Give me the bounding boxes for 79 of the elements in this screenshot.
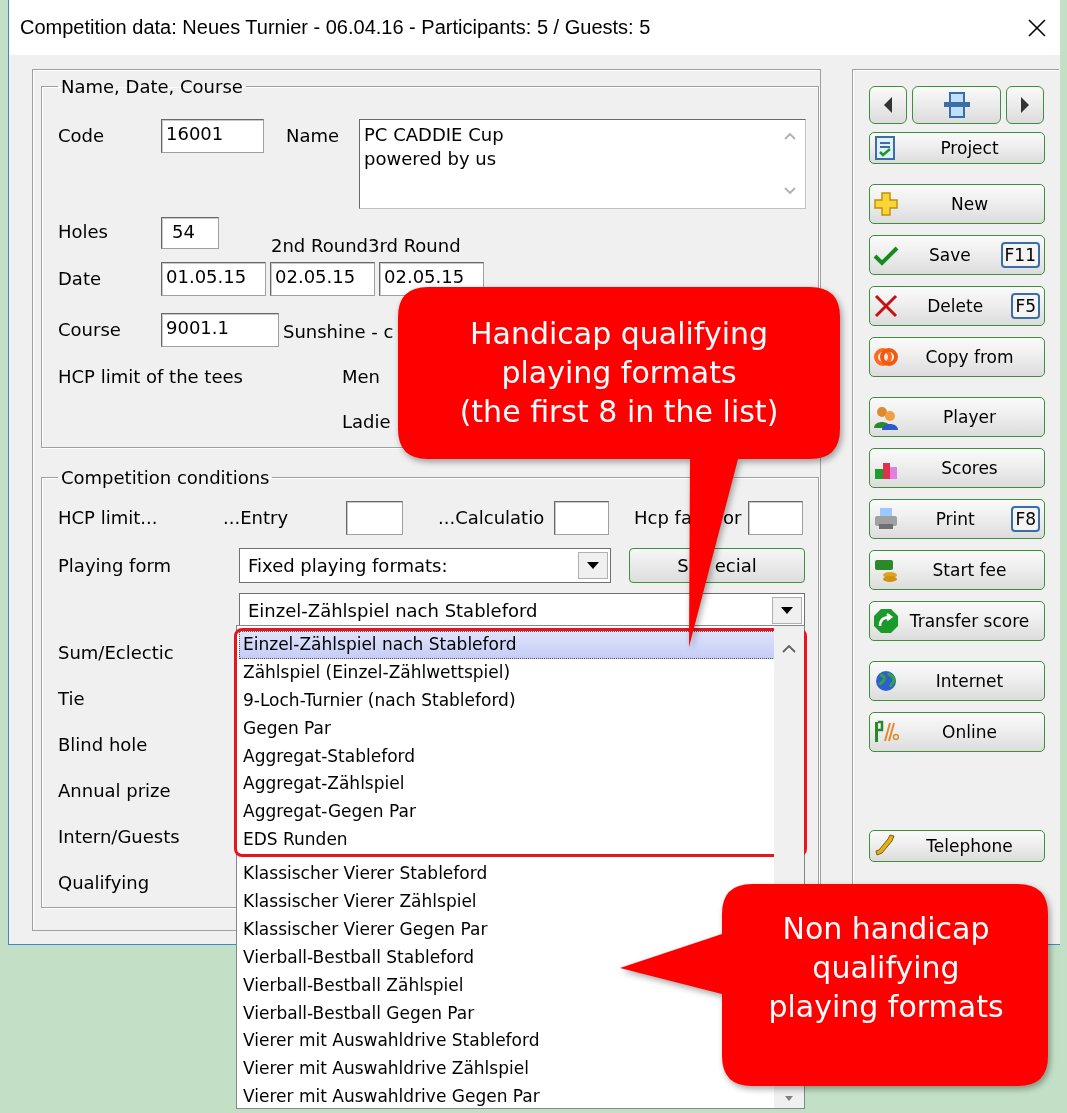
sidebar-button[interactable]: Scores <box>869 448 1045 488</box>
playing-form-dropdown[interactable]: Fixed playing formats: <box>239 548 611 583</box>
group-title: Name, Date, Course <box>60 76 244 97</box>
list-item[interactable]: Vierer mit Auswahldrive Gegen Par <box>239 1083 775 1112</box>
field-label: Name <box>286 125 341 146</box>
field-label: Sum/Eclectic <box>58 641 174 663</box>
sidebar-button[interactable]: Project <box>869 132 1045 164</box>
sidebar-button[interactable]: Copy from <box>869 337 1045 377</box>
course-field[interactable]: 9001.1 <box>161 312 279 347</box>
callout-text: Non handicap qualifying playing formats <box>767 910 1005 1026</box>
hcp-factor-field[interactable] <box>747 500 803 535</box>
list-item[interactable]: Zählspiel (Einzel-Zählwettspiel) <box>239 658 775 687</box>
column-label: 2nd Round <box>271 235 368 256</box>
list-item[interactable]: Aggregat-Stableford <box>239 742 775 771</box>
list-item[interactable]: Einzel-Zählspiel nach Stableford <box>239 631 775 659</box>
name-field[interactable]: PC CADDIE Cup powered by us <box>359 119 806 209</box>
printer-icon <box>873 506 899 532</box>
field-label: Blind hole <box>58 733 148 755</box>
sidebar-button[interactable]: Start fee <box>869 550 1045 590</box>
print-preview-button[interactable] <box>912 86 1001 124</box>
list-item[interactable]: Aggregat-Zählspiel <box>239 770 775 799</box>
field-label: Annual prize <box>58 779 171 801</box>
field-label: Code <box>58 125 106 146</box>
field-label: HCP limit... <box>58 507 159 528</box>
sidebar-button[interactable]: Delete F5 <box>869 286 1045 326</box>
field-label: or <box>722 507 743 528</box>
field-label: ...Calculatio <box>438 507 546 528</box>
sidebar-button[interactable]: Player <box>869 397 1045 437</box>
sidebar-button[interactable]: New <box>869 184 1045 224</box>
list-item[interactable]: Aggregat-Gegen Par <box>239 798 775 827</box>
plus-icon <box>873 191 899 217</box>
field-label: Course <box>58 319 122 340</box>
list-item[interactable]: 9-Loch-Turnier (nach Stableford) <box>239 686 775 715</box>
sidebar-button[interactable]: Transfer score <box>869 601 1045 641</box>
people-icon <box>873 404 899 430</box>
logo-icon <box>873 719 899 745</box>
entry-field[interactable] <box>346 500 403 535</box>
field-label: Intern/Guests <box>58 825 180 847</box>
left-arrow-icon <box>883 96 893 114</box>
field-label: Men <box>342 365 380 387</box>
calculation-field[interactable] <box>554 500 609 535</box>
next-button[interactable] <box>1006 86 1044 124</box>
window-title: Competition data: Neues Turnier - 06.04.16 - Participants: 5 / Guests: 5 <box>20 16 651 39</box>
field-label: HCP limit of the tees <box>58 365 244 387</box>
money-icon <box>873 557 899 583</box>
sidebar-button[interactable]: Online <box>869 712 1045 752</box>
field-label: Date <box>58 268 103 289</box>
field-label: Qualifying <box>58 871 150 893</box>
callout-text: Handicap qualifying playing formats (the first 8 in the list) <box>458 315 780 431</box>
code-field[interactable]: 16001 <box>161 119 264 153</box>
shortcut-key: F11 <box>1000 242 1040 268</box>
group-title: Competition conditions <box>60 467 271 488</box>
field-label: Tie <box>58 687 85 709</box>
field-label: Playing form <box>58 555 173 576</box>
cross-icon <box>873 293 899 319</box>
document-icon <box>941 91 972 119</box>
right-arrow-icon <box>1020 96 1030 114</box>
date-field[interactable]: 01.05.15 <box>161 261 266 296</box>
date-field[interactable]: 02.05.15 <box>270 261 375 296</box>
globe-icon <box>873 668 899 694</box>
close-icon[interactable] <box>1026 16 1048 39</box>
sidebar-button[interactable]: Telephone <box>869 830 1045 862</box>
field-label: Hcp fa <box>634 507 692 528</box>
list-item[interactable]: Klassischer Vierer Stableford <box>239 860 775 888</box>
field-label: Ladie <box>342 410 391 432</box>
previous-button[interactable] <box>869 86 907 124</box>
column-label: 3rd Round <box>367 235 461 256</box>
holes-field[interactable]: 54 <box>161 217 219 249</box>
sidebar-button[interactable]: Print F8 <box>869 499 1045 539</box>
shortcut-key: F8 <box>1011 506 1040 532</box>
sidebar-button[interactable]: Internet <box>869 661 1045 701</box>
arrow-icon <box>873 608 899 634</box>
list-item[interactable]: EDS Runden <box>239 826 775 855</box>
course-name: Sunshine - c <box>283 321 394 342</box>
shortcut-key: F5 <box>1011 293 1040 319</box>
list-item[interactable]: Gegen Par <box>239 714 775 743</box>
sidebar-button[interactable]: Save F11 <box>869 235 1045 275</box>
field-label: ...Entry <box>223 507 290 528</box>
field-label: Holes <box>58 221 109 242</box>
